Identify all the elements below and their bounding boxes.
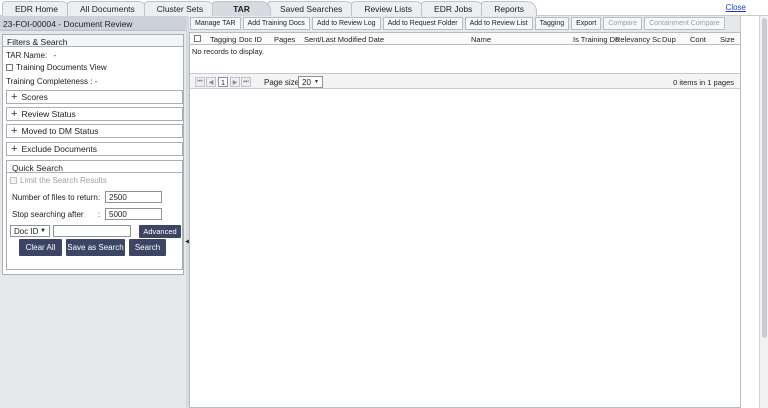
- filters-search-header: Filters & Search: [3, 35, 183, 47]
- no-records-message: No records to display.: [192, 47, 264, 56]
- training-docs-view-label: Training Documents View: [16, 63, 107, 72]
- tab-reports[interactable]: Reports: [481, 1, 538, 16]
- scrollbar-thumb[interactable]: [762, 18, 767, 338]
- section-scores[interactable]: + Scores: [6, 90, 183, 104]
- right-panel: Manage TAR Add Training Docs Add to Revi…: [189, 16, 741, 408]
- num-files-input[interactable]: 2500: [105, 191, 162, 203]
- stop-searching-label: Stop searching after: [12, 210, 84, 219]
- advanced-button[interactable]: Advanced: [139, 225, 181, 238]
- close-link[interactable]: Close: [726, 3, 746, 12]
- last-page-icon[interactable]: ⏭: [241, 77, 251, 87]
- section-exclude-documents[interactable]: + Exclude Documents: [6, 142, 183, 156]
- tar-name-label: TAR Name:: [6, 51, 48, 60]
- grid-header: Tagging Doc ID Pages Sent/Last Modified …: [190, 33, 740, 45]
- add-training-docs-button[interactable]: Add Training Docs: [242, 17, 310, 30]
- tar-name-row: TAR Name: -: [6, 51, 56, 60]
- col-name[interactable]: Name: [471, 35, 491, 44]
- main-tabs: EDR Home All Documents Cluster Sets TAR …: [2, 1, 538, 16]
- tab-review-lists[interactable]: Review Lists: [351, 1, 426, 16]
- limit-results-row: Limit the Search Results: [10, 176, 107, 185]
- prev-page-icon[interactable]: ◀: [206, 77, 216, 87]
- col-doc-id[interactable]: Doc ID: [239, 35, 262, 44]
- training-docs-view-row[interactable]: Training Documents View: [6, 63, 107, 72]
- col-sent-date[interactable]: Sent/Last Modified Date: [304, 35, 384, 44]
- quick-search-header: Quick Search: [7, 161, 182, 173]
- col-tagging[interactable]: Tagging: [210, 35, 236, 44]
- stop-searching-input[interactable]: 5000: [105, 208, 162, 220]
- training-completeness: Training Completeness : -: [6, 77, 98, 86]
- add-to-review-list-button[interactable]: Add to Review List: [464, 17, 533, 30]
- documents-grid: Tagging Doc ID Pages Sent/Last Modified …: [189, 32, 741, 408]
- limit-results-label: Limit the Search Results: [20, 176, 107, 185]
- section-review-status-label: Review Status: [21, 109, 76, 119]
- section-review-status[interactable]: + Review Status: [6, 107, 183, 121]
- manage-tar-button[interactable]: Manage TAR: [190, 17, 241, 30]
- col-size[interactable]: Size: [720, 35, 735, 44]
- action-toolbar: Manage TAR Add Training Docs Add to Revi…: [189, 16, 741, 31]
- tab-edr-home[interactable]: EDR Home: [2, 1, 71, 16]
- dropdown-arrow-icon: ▼: [40, 228, 46, 234]
- clear-all-button[interactable]: Clear All: [19, 239, 62, 256]
- col-dup[interactable]: Dup: [662, 35, 676, 44]
- document-review-title: 23-FOI-00004 - Document Review: [0, 16, 186, 31]
- current-page[interactable]: 1: [218, 77, 228, 87]
- section-moved-to-dm-status[interactable]: + Moved to DM Status: [6, 124, 183, 138]
- add-to-review-log-button[interactable]: Add to Review Log: [311, 17, 381, 30]
- search-field-value: Doc ID: [14, 226, 39, 236]
- tab-all-documents[interactable]: All Documents: [66, 1, 148, 16]
- expand-plus-icon: +: [11, 125, 18, 137]
- add-to-request-folder-button[interactable]: Add to Request Folder: [382, 17, 463, 30]
- page-size-select[interactable]: 20 ▼: [298, 76, 323, 88]
- first-page-icon[interactable]: ⏮: [195, 77, 205, 87]
- save-as-search-button[interactable]: Save as Search: [66, 239, 125, 256]
- tab-tar[interactable]: TAR: [212, 1, 271, 16]
- containment-compare-button[interactable]: Containment Compare: [644, 17, 725, 30]
- top-tab-bar: EDR Home All Documents Cluster Sets TAR …: [0, 0, 768, 16]
- dropdown-arrow-icon: ▼: [314, 79, 319, 85]
- tab-saved-searches[interactable]: Saved Searches: [266, 1, 356, 16]
- limit-results-checkbox[interactable]: [10, 177, 17, 184]
- col-pages[interactable]: Pages: [274, 35, 295, 44]
- num-files-label: Number of files to return: [12, 193, 98, 202]
- stop-searching-colon: :: [98, 210, 101, 219]
- col-is-training[interactable]: Is Training Dc: [573, 35, 619, 44]
- expand-plus-icon: +: [11, 108, 18, 120]
- page-size-value: 20: [302, 77, 311, 87]
- page-size-label: Page size:: [264, 78, 302, 87]
- section-moved-to-dm-label: Moved to DM Status: [21, 126, 99, 136]
- grid-pager: ⏮ ◀ 1 ▶ ⏭ Page size: 20 ▼ 0 items in 1 p…: [190, 73, 740, 89]
- expand-plus-icon: +: [11, 143, 18, 155]
- tab-cluster-sets[interactable]: Cluster Sets: [143, 1, 217, 16]
- select-all-checkbox[interactable]: [194, 35, 201, 42]
- left-panel: 23-FOI-00004 - Document Review Filters &…: [0, 16, 186, 408]
- pager-summary: 0 items in 1 pages: [673, 78, 734, 87]
- quick-search-input[interactable]: [53, 225, 131, 237]
- tab-edr-jobs[interactable]: EDR Jobs: [421, 1, 486, 16]
- num-files-colon: :: [98, 193, 101, 202]
- col-relevancy-score[interactable]: Relevancy Sc: [615, 35, 661, 44]
- section-exclude-documents-label: Exclude Documents: [21, 144, 98, 154]
- tar-name-value: -: [53, 51, 57, 60]
- page-scrollbar[interactable]: [759, 16, 768, 408]
- compare-button[interactable]: Compare: [603, 17, 643, 30]
- training-docs-view-checkbox[interactable]: [6, 64, 13, 71]
- search-button[interactable]: Search: [129, 239, 166, 256]
- next-page-icon[interactable]: ▶: [230, 77, 240, 87]
- search-field-select[interactable]: Doc ID ▼: [10, 225, 50, 237]
- expand-plus-icon: +: [11, 91, 18, 103]
- section-scores-label: Scores: [21, 92, 48, 102]
- export-button[interactable]: Export: [571, 17, 602, 30]
- tagging-button[interactable]: Tagging: [534, 17, 570, 30]
- col-cont[interactable]: Cont: [690, 35, 706, 44]
